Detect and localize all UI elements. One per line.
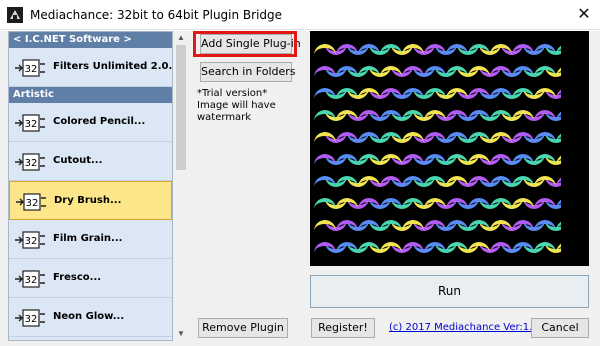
remove-plugin-button[interactable]: Remove Plugin — [198, 318, 288, 338]
plugin-32-icon: 32 — [15, 309, 45, 327]
svg-text:32: 32 — [26, 198, 39, 209]
plugin-32-icon: 32 — [15, 114, 45, 132]
image-preview — [310, 31, 589, 266]
main-window: < I.C.NET Software > 32 Filters Unlimite… — [0, 31, 600, 346]
cancel-button[interactable]: Cancel — [531, 318, 589, 338]
preview-pattern — [314, 33, 561, 264]
run-button[interactable]: Run — [310, 275, 589, 308]
group-header-artistic: Artistic — [9, 87, 172, 103]
list-item[interactable]: 32 Film Grain... — [9, 220, 172, 259]
app-icon — [7, 7, 23, 23]
trial-line: Image will have — [197, 100, 276, 111]
trial-line: watermark — [197, 112, 252, 123]
plugin-label: Fresco... — [53, 272, 102, 283]
plugin-32-icon: 32 — [15, 231, 45, 249]
svg-text:32: 32 — [25, 64, 38, 75]
plugin-32-icon: 32 — [15, 59, 45, 77]
close-icon[interactable]: ✕ — [576, 6, 592, 22]
plugin-label: Colored Pencil... — [53, 116, 146, 127]
window-title: Mediachance: 32bit to 64bit Plugin Bridg… — [30, 8, 283, 22]
list-item[interactable]: 32 Cutout... — [9, 142, 172, 181]
plugin-label: Filters Unlimited 2.0... — [53, 61, 173, 72]
plugin-32-icon: 32 — [16, 193, 46, 211]
svg-text:32: 32 — [25, 119, 38, 130]
scroll-up-icon[interactable]: ▲ — [174, 31, 188, 45]
svg-text:32: 32 — [25, 236, 38, 247]
list-item-selected[interactable]: 32 Dry Brush... — [9, 181, 172, 220]
title-bar: Mediachance: 32bit to 64bit Plugin Bridg… — [0, 0, 600, 30]
plugin-label: Dry Brush... — [54, 195, 122, 206]
register-button[interactable]: Register! — [311, 318, 375, 338]
search-in-folders-button[interactable]: Search in Folders — [200, 62, 296, 82]
list-item[interactable]: 32 Fresco... — [9, 259, 172, 298]
version-link[interactable]: (c) 2017 Mediachance Ver:1.0.3 — [389, 322, 548, 333]
plugin-label: Film Grain... — [53, 233, 123, 244]
list-scrollbar[interactable]: ▲ ▼ — [174, 31, 188, 341]
scroll-down-icon[interactable]: ▼ — [174, 327, 188, 341]
plugin-label: Cutout... — [53, 155, 103, 166]
plugin-list[interactable]: < I.C.NET Software > 32 Filters Unlimite… — [8, 31, 173, 341]
trial-note: *Trial version* Image will have watermar… — [197, 88, 297, 124]
highlight-annotation — [193, 31, 297, 57]
plugin-32-icon: 32 — [15, 270, 45, 288]
list-item[interactable]: 32 Colored Pencil... — [9, 103, 172, 142]
svg-text:32: 32 — [25, 275, 38, 286]
plugin-label: Neon Glow... — [53, 311, 125, 322]
svg-text:32: 32 — [25, 158, 38, 169]
list-item[interactable]: 32 Neon Glow... — [9, 298, 172, 337]
svg-text:32: 32 — [25, 314, 38, 325]
group-header-icnet: < I.C.NET Software > — [9, 32, 172, 48]
scroll-thumb[interactable] — [176, 45, 186, 170]
list-item[interactable]: 32 Filters Unlimited 2.0... — [9, 48, 172, 87]
trial-line: *Trial version* — [197, 88, 268, 99]
plugin-32-icon: 32 — [15, 153, 45, 171]
